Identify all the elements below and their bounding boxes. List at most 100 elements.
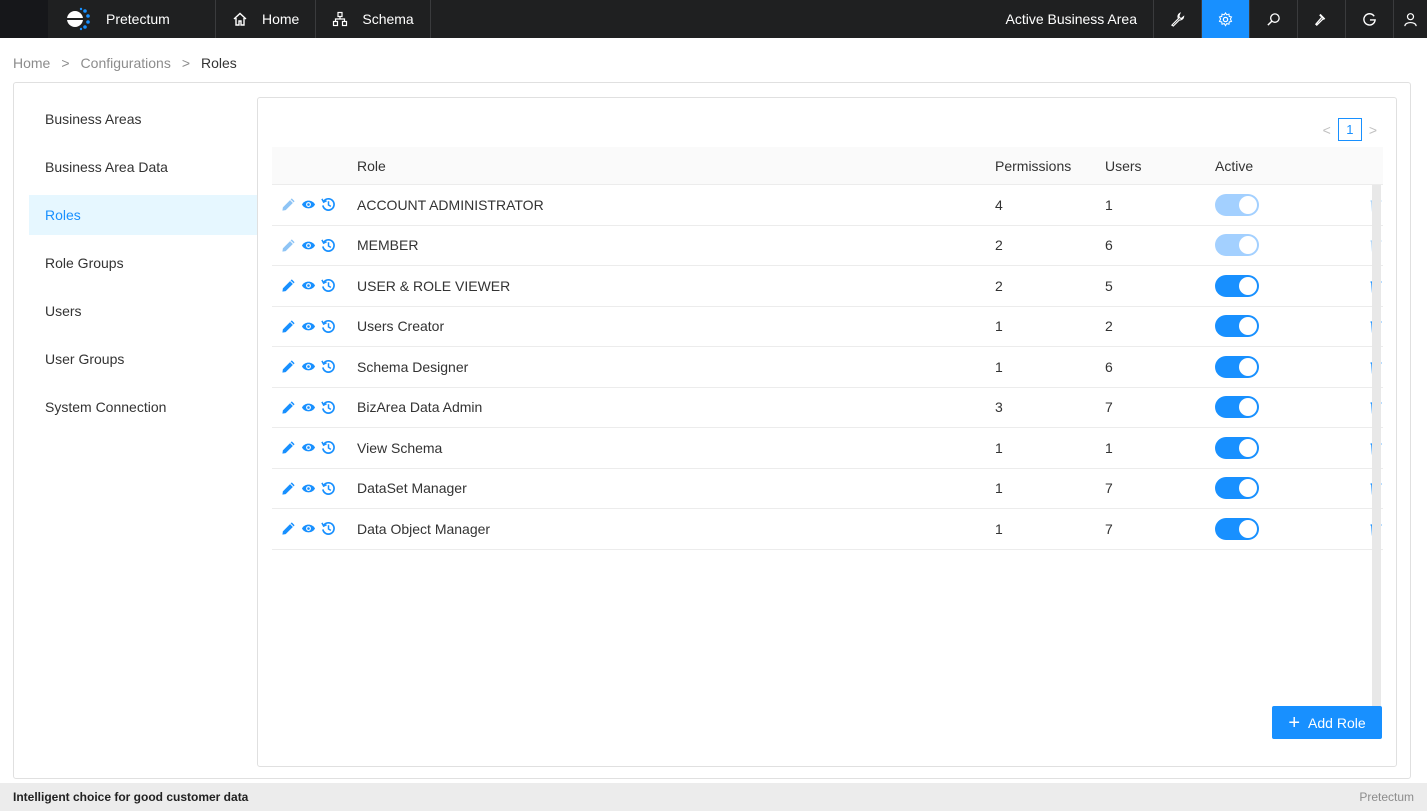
active-toggle[interactable] xyxy=(1215,436,1259,459)
breadcrumb-configurations[interactable]: Configurations xyxy=(81,55,171,71)
edit-icon[interactable] xyxy=(281,197,296,212)
history-icon[interactable] xyxy=(321,359,336,374)
main-card: Business Areas Business Area Data Roles … xyxy=(13,82,1411,779)
role-users: 7 xyxy=(1105,399,1113,416)
view-icon[interactable] xyxy=(301,521,316,536)
add-role-button[interactable]: + Add Role xyxy=(1272,706,1382,739)
table-row: DataSet Manager 1 7 xyxy=(272,469,1383,509)
view-icon[interactable] xyxy=(301,319,316,334)
history-icon[interactable] xyxy=(321,197,336,212)
active-toggle[interactable] xyxy=(1215,355,1259,378)
table-row: View Schema 1 1 xyxy=(272,428,1383,469)
active-toggle[interactable] xyxy=(1215,315,1259,338)
role-name: DataSet Manager xyxy=(357,480,467,497)
settings-icon xyxy=(1218,11,1233,27)
role-users: 7 xyxy=(1105,520,1113,537)
top-bar-left-edge xyxy=(0,0,48,38)
row-actions xyxy=(272,319,357,334)
column-users: Users xyxy=(1105,157,1142,174)
nav-home[interactable]: Home xyxy=(216,0,317,38)
footer-tagline: Intelligent choice for good customer dat… xyxy=(13,790,249,804)
role-permissions: 3 xyxy=(995,399,1003,416)
role-name: View Schema xyxy=(357,439,443,456)
sidebar-item-roles[interactable]: Roles xyxy=(29,195,257,235)
google-button[interactable] xyxy=(1346,0,1394,38)
plus-icon: + xyxy=(1288,711,1301,734)
table-row: USER & ROLE VIEWER 2 5 xyxy=(272,266,1383,307)
role-permissions: 1 xyxy=(995,358,1003,375)
edit-icon[interactable] xyxy=(281,400,296,415)
breadcrumb-home[interactable]: Home xyxy=(13,55,50,71)
history-icon[interactable] xyxy=(321,521,336,536)
sidebar-item-business-areas[interactable]: Business Areas xyxy=(29,99,257,139)
home-icon xyxy=(233,12,247,26)
view-icon[interactable] xyxy=(301,440,316,455)
pagination-next[interactable]: > xyxy=(1362,122,1384,138)
settings-button[interactable] xyxy=(1202,0,1250,38)
table-scrollbar[interactable] xyxy=(1372,185,1381,715)
google-icon xyxy=(1363,12,1376,26)
edit-icon[interactable] xyxy=(281,238,296,253)
user-button[interactable] xyxy=(1394,0,1427,38)
breadcrumb: Home > Configurations > Roles xyxy=(13,55,237,71)
view-icon[interactable] xyxy=(301,481,316,496)
sidebar-item-system-connection[interactable]: System Connection xyxy=(29,387,257,427)
top-navigation-bar: Pretectum Home Schema Active Business Ar… xyxy=(0,0,1427,38)
history-icon[interactable] xyxy=(321,481,336,496)
history-icon[interactable] xyxy=(321,319,336,334)
edit-icon[interactable] xyxy=(281,278,296,293)
configuration-sidebar: Business Areas Business Area Data Roles … xyxy=(29,99,257,435)
sidebar-item-role-groups[interactable]: Role Groups xyxy=(29,243,257,283)
search-button[interactable] xyxy=(1250,0,1298,38)
role-users: 6 xyxy=(1105,358,1113,375)
search-icon xyxy=(1267,12,1280,26)
pagination: < 1 > xyxy=(1316,118,1384,141)
role-users: 1 xyxy=(1105,439,1113,456)
hammer-button[interactable] xyxy=(1298,0,1346,38)
nav-schema[interactable]: Schema xyxy=(316,0,431,38)
active-business-area[interactable]: Active Business Area xyxy=(989,0,1154,38)
view-icon[interactable] xyxy=(301,359,316,374)
row-actions xyxy=(272,521,357,536)
edit-icon[interactable] xyxy=(281,319,296,334)
active-toggle[interactable] xyxy=(1215,396,1259,419)
role-name: Schema Designer xyxy=(357,358,469,375)
edit-icon[interactable] xyxy=(281,521,296,536)
active-toggle[interactable] xyxy=(1215,234,1259,257)
sidebar-item-users[interactable]: Users xyxy=(29,291,257,331)
row-actions xyxy=(272,238,357,253)
edit-icon[interactable] xyxy=(281,481,296,496)
user-icon xyxy=(1404,12,1417,26)
history-icon[interactable] xyxy=(321,440,336,455)
pagination-page[interactable]: 1 xyxy=(1337,118,1362,141)
pagination-prev[interactable]: < xyxy=(1316,122,1338,138)
sidebar-item-business-area-data[interactable]: Business Area Data xyxy=(29,147,257,187)
role-name: ACCOUNT ADMINISTRATOR xyxy=(357,196,544,213)
breadcrumb-separator: > xyxy=(181,55,191,71)
breadcrumb-current: Roles xyxy=(201,55,237,71)
roles-table: Role Permissions Users Active ACCOUNT AD… xyxy=(272,147,1383,550)
active-toggle[interactable] xyxy=(1215,477,1259,500)
history-icon[interactable] xyxy=(321,278,336,293)
history-icon[interactable] xyxy=(321,400,336,415)
table-row: BizArea Data Admin 3 7 xyxy=(272,388,1383,428)
hammer-icon xyxy=(1314,13,1326,26)
view-icon[interactable] xyxy=(301,400,316,415)
view-icon[interactable] xyxy=(301,197,316,212)
brand[interactable]: Pretectum xyxy=(48,0,216,38)
active-toggle[interactable] xyxy=(1215,193,1259,216)
row-actions xyxy=(272,400,357,415)
role-users: 5 xyxy=(1105,277,1113,294)
wrench-button[interactable] xyxy=(1154,0,1202,38)
view-icon[interactable] xyxy=(301,278,316,293)
history-icon[interactable] xyxy=(321,238,336,253)
sidebar-item-user-groups[interactable]: User Groups xyxy=(29,339,257,379)
active-toggle[interactable] xyxy=(1215,274,1259,297)
active-toggle[interactable] xyxy=(1215,517,1259,540)
view-icon[interactable] xyxy=(301,238,316,253)
footer: Intelligent choice for good customer dat… xyxy=(0,783,1427,811)
edit-icon[interactable] xyxy=(281,440,296,455)
role-name: Users Creator xyxy=(357,318,445,335)
edit-icon[interactable] xyxy=(281,359,296,374)
table-row: MEMBER 2 6 xyxy=(272,226,1383,266)
